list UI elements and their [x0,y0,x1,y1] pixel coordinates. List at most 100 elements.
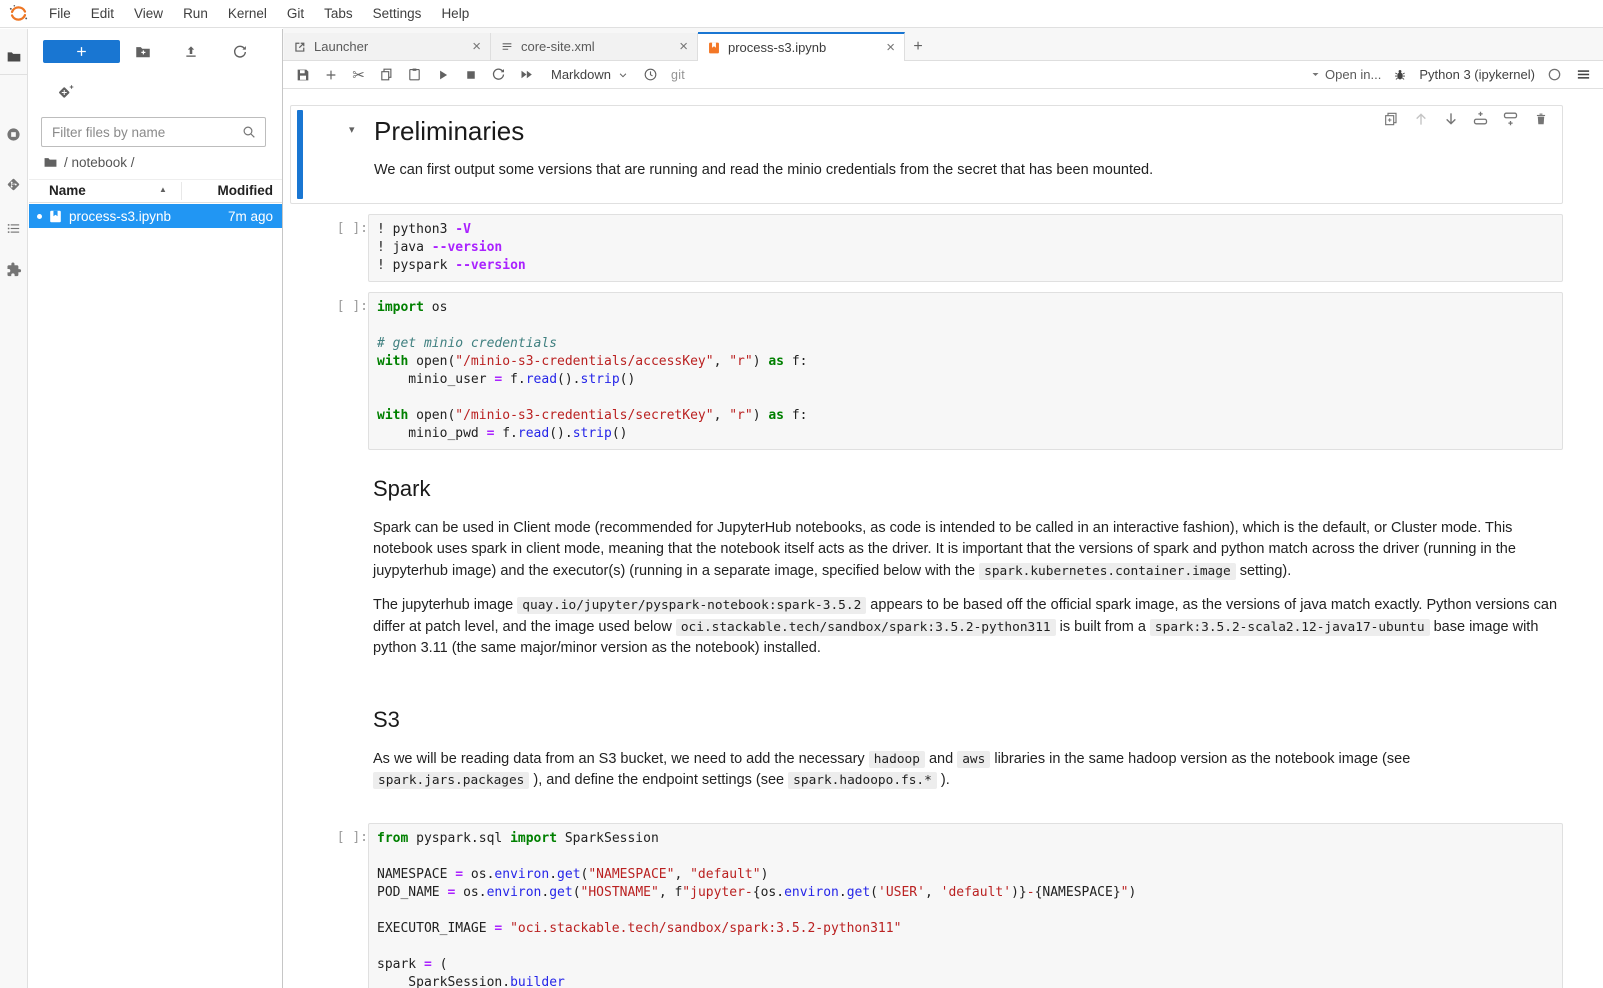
cut-button[interactable]: ✂ [345,63,372,87]
code-line: minio_pwd = f.read().strip() [377,425,1554,443]
column-name-header[interactable]: Name [49,183,86,198]
cell-type-value: Markdown [551,67,611,82]
menu-item-view[interactable]: View [124,0,173,27]
duplicate-cell-button[interactable] [1382,110,1399,127]
breadcrumb-path[interactable]: / notebook / [64,155,135,170]
new-tab-button[interactable]: + [905,33,931,60]
code-editor[interactable]: ! python3 -V! java --version! pyspark --… [368,214,1563,282]
tab-process-s3-ipynb[interactable]: process-s3.ipynb × [698,32,905,61]
markdown-cell[interactable]: ▾PreliminariesWe can first output some v… [290,105,1563,204]
execution-time-button[interactable] [637,63,664,87]
code-cell[interactable]: [ ]:from pyspark.sql import SparkSession… [290,823,1563,988]
code-line: from pyspark.sql import SparkSession [377,830,1554,848]
sidebar-tab-extensions[interactable] [0,256,27,282]
add-cell-button[interactable] [317,63,344,87]
home-folder-icon [43,155,58,170]
menu-item-tabs[interactable]: Tabs [314,0,363,27]
tab-label[interactable]: core-site.xml [521,39,672,54]
code-line [377,902,1554,920]
file-modified: 7m ago [228,209,273,224]
plus-icon [324,68,338,82]
code-editor[interactable]: import os # get minio credentialswith op… [368,292,1563,450]
code-line [377,317,1554,335]
menu-item-kernel[interactable]: Kernel [218,0,277,27]
git-clone-button[interactable] [55,83,77,103]
run-icon [436,68,450,82]
git-icon [5,176,22,193]
sidebar-tab-git[interactable] [0,171,27,197]
stop-button[interactable] [457,63,484,87]
sidebar-tab-toc[interactable] [0,215,27,241]
inline-code: quay.io/jupyter/pyspark-notebook:spark-3… [517,597,866,614]
code-cell[interactable]: [ ]:import os # get minio credentialswit… [290,292,1563,450]
cell-prompt [332,460,368,681]
menu-item-run[interactable]: Run [173,0,218,27]
save-button[interactable] [289,63,316,87]
git-status-label: git [671,68,685,82]
code-cell[interactable]: [ ]:! python3 -V! java --version! pyspar… [290,214,1563,282]
insert-cell-below-button[interactable] [1502,110,1519,127]
tab-label[interactable]: Launcher [314,39,465,54]
run-button[interactable] [429,63,456,87]
inline-code: hadoop [869,751,925,768]
refresh-button[interactable] [230,43,250,61]
arrow-up-icon [1413,111,1429,127]
sidebar-tab-running[interactable] [0,121,27,147]
tab-label[interactable]: process-s3.ipynb [728,40,879,55]
debugger-button[interactable] [1390,63,1410,87]
refresh-icon [232,44,248,60]
menu-item-git[interactable]: Git [277,0,314,27]
close-icon[interactable]: × [679,39,688,54]
cell-collapser-bar[interactable] [297,110,303,199]
file-row-selected[interactable]: process-s3.ipynb 7m ago [29,204,282,228]
markdown-heading: S3 [373,707,1563,733]
move-cell-down-button[interactable] [1442,110,1459,127]
new-launcher-button[interactable] [43,40,120,63]
markdown-paragraph: As we will be reading data from an S3 bu… [373,749,1563,792]
markdown-cell[interactable]: SparkSpark can be used in Client mode (r… [290,460,1563,681]
upload-button[interactable] [181,43,201,61]
search-icon [241,124,257,140]
heading-collapser-icon[interactable]: ▾ [349,123,355,136]
delete-cell-button[interactable] [1532,110,1549,127]
column-modified-header[interactable]: Modified [218,183,274,198]
copy-icon [379,67,394,82]
kernel-name[interactable]: Python 3 (ipykernel) [1419,67,1535,82]
cell-type-dropdown[interactable]: Markdown [541,67,636,82]
main-area: Launcher × core-site.xml × process-s3.ip… [283,28,1603,988]
cell-prompt: [ ]: [332,292,368,450]
breadcrumb[interactable]: / notebook / [43,152,135,172]
markdown-cell[interactable]: S3 As we will be reading data from an S3 … [290,691,1563,813]
filter-files-input[interactable] [50,124,241,141]
menu-item-edit[interactable]: Edit [81,0,124,27]
notebook-tools-menu-button[interactable] [1573,63,1593,87]
close-icon[interactable]: × [886,40,895,55]
run-all-button[interactable] [513,63,540,87]
new-folder-button[interactable] [133,43,153,61]
paste-button[interactable] [401,63,428,87]
menu-item-file[interactable]: File [39,0,81,27]
menu-item-settings[interactable]: Settings [363,0,432,27]
inline-code: spark.hadoopo.fs.* [788,772,937,789]
open-in-dropdown[interactable]: Open in... [1311,67,1381,82]
notebook-panel[interactable]: ▾PreliminariesWe can first output some v… [283,89,1603,988]
kernel-idle-circle-icon [1547,67,1562,82]
menu-item-help[interactable]: Help [431,0,479,27]
rail-divider [0,74,27,75]
sidebar-tab-files[interactable] [0,44,27,70]
insert-cell-above-button[interactable] [1472,110,1489,127]
code-line: SparkSession.builder [377,974,1554,988]
tab-launcher[interactable]: Launcher × [284,33,491,60]
notebook-cells: ▾PreliminariesWe can first output some v… [283,105,1603,988]
code-editor[interactable]: from pyspark.sql import SparkSession NAM… [368,823,1563,988]
move-cell-up-button[interactable] [1412,110,1429,127]
tab-core-site-xml[interactable]: core-site.xml × [491,33,698,60]
inline-code: spark.jars.packages [373,772,529,789]
menubar: File Edit View Run Kernel Git Tabs Setti… [0,0,1603,28]
copy-button[interactable] [373,63,400,87]
kernel-status-indicator[interactable] [1544,63,1564,87]
code-line: import os [377,299,1554,317]
close-icon[interactable]: × [472,39,481,54]
sort-ascending-icon[interactable]: ▲ [159,185,167,194]
restart-kernel-button[interactable] [485,63,512,87]
